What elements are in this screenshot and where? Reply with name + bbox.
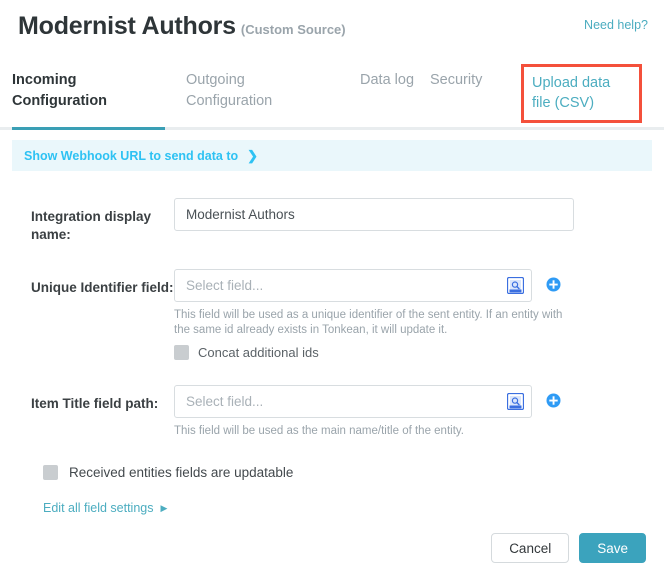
caret-right-icon: ▶ [160,502,168,513]
row-item-title-field-path: Item Title field path: Select field... T… [12,385,652,439]
integration-display-name-label: Integration display name: [31,209,152,242]
cancel-button[interactable]: Cancel [491,533,570,563]
add-field-icon[interactable] [546,277,561,292]
form-footer: Cancel Save [491,533,646,563]
unique-identifier-field-input[interactable] [174,269,532,302]
tab-upload-data-file-csv[interactable]: Upload data file (CSV) [521,64,642,123]
tab-outgoing-configuration[interactable]: Outgoing Configuration [186,70,326,112]
row-integration-display-name: Integration display name: [12,198,652,244]
active-tab-indicator [12,127,165,130]
chevron-right-icon: ❯ [247,148,259,163]
field-browser-search-icon[interactable] [506,276,525,295]
page-title: Modernist Authors [18,12,236,40]
received-entities-updatable-label: Received entities fields are updatable [69,465,294,480]
integration-display-name-input[interactable] [174,198,574,231]
concat-additional-ids-row[interactable]: Concat additional ids [174,345,652,360]
tab-data-log[interactable]: Data log [360,70,420,91]
received-entities-updatable-row[interactable]: Received entities fields are updatable [12,465,652,480]
page-subtitle: (Custom Source) [240,22,346,37]
page-header: Modernist Authors (Custom Source) Need he… [0,0,664,48]
webhook-banner: Show Webhook URL to send data to ❯ [12,140,652,171]
add-field-icon[interactable] [546,393,561,408]
save-button[interactable]: Save [579,533,646,563]
concat-additional-ids-checkbox[interactable] [174,345,189,360]
tab-security[interactable]: Security [430,70,510,91]
unique-identifier-helper-text: This field will be used as a unique iden… [174,309,563,336]
tab-bar: Incoming Configuration Outgoing Configur… [0,60,664,130]
incoming-configuration-form: Integration display name: Unique Identif… [0,171,664,517]
concat-additional-ids-label: Concat additional ids [198,345,319,360]
row-unique-identifier-field: Unique Identifier field: Select field...… [12,269,652,360]
unique-identifier-field-label: Unique Identifier field: [31,280,174,295]
received-entities-updatable-checkbox[interactable] [43,465,58,480]
edit-all-field-settings-link[interactable]: Edit all field settings ▶ [12,501,167,515]
item-title-field-path-input[interactable] [174,385,532,418]
need-help-link[interactable]: Need help? [584,18,648,32]
field-browser-search-icon[interactable] [506,392,525,411]
show-webhook-url-label: Show Webhook URL to send data to [24,148,239,163]
edit-all-field-settings-label: Edit all field settings [43,501,154,515]
show-webhook-url-link[interactable]: Show Webhook URL to send data to ❯ [24,149,258,163]
tab-incoming-configuration[interactable]: Incoming Configuration [12,70,142,112]
item-title-field-path-label: Item Title field path: [31,396,159,411]
item-title-helper-text: This field will be used as the main name… [174,425,464,437]
